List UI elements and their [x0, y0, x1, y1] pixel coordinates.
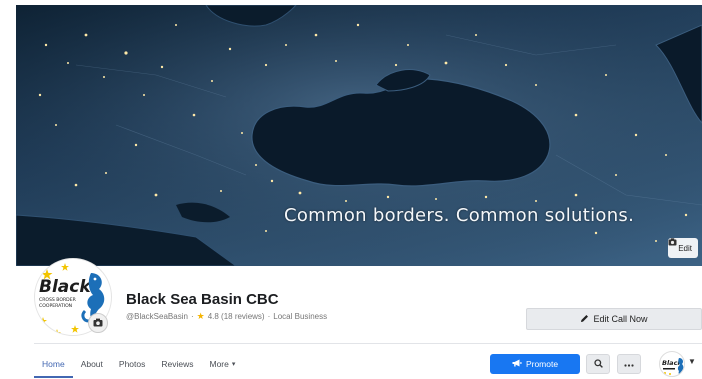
camera-icon	[93, 314, 103, 332]
edit-call-now-label: Edit Call Now	[593, 314, 648, 324]
tab-about[interactable]: About	[73, 350, 111, 378]
search-button[interactable]	[586, 354, 610, 374]
black-sea-basin-logo-small: Black	[662, 358, 684, 376]
logo-wordmark: Black	[39, 277, 92, 297]
tab-label: More	[209, 359, 229, 369]
cover-photo[interactable]: Common borders. Common solutions. Edit	[16, 5, 702, 266]
star-icon: ★	[196, 311, 205, 321]
page-category: Local Business	[273, 312, 328, 321]
search-icon	[593, 358, 603, 370]
more-options-button[interactable]	[617, 354, 641, 374]
tab-home[interactable]: Home	[34, 350, 73, 378]
cover-tagline: Common borders. Common solutions.	[284, 205, 635, 226]
tab-photos[interactable]: Photos	[111, 350, 153, 378]
promote-button[interactable]: Promote	[490, 354, 580, 374]
edit-cover-label: Edit	[678, 243, 692, 253]
more-icon	[624, 359, 634, 369]
update-profile-picture-button[interactable]	[88, 313, 108, 333]
black-sea-night-map	[16, 5, 702, 266]
page-tabs: Home About Photos Reviews More ▾	[34, 350, 243, 378]
page-title: Black Sea Basin CBC	[126, 291, 279, 308]
page-rating[interactable]: 4.8 (18 reviews)	[208, 312, 265, 321]
acting-as-page-avatar[interactable]: Black	[659, 351, 685, 377]
chevron-down-icon: ▾	[231, 361, 236, 368]
tab-label: Home	[42, 359, 65, 369]
tab-label: Photos	[118, 359, 146, 369]
edit-cover-button[interactable]: Edit	[668, 238, 698, 258]
meta-separator: ·	[267, 312, 271, 321]
header-divider	[34, 343, 702, 344]
tab-label: Reviews	[161, 359, 194, 369]
pencil-icon	[580, 314, 589, 325]
meta-separator: ·	[190, 312, 194, 321]
facebook-page-header: Common borders. Common solutions. Edit B…	[0, 0, 702, 379]
page-handle[interactable]: @BlackSeaBasin	[126, 312, 188, 321]
logo-subtext-line-2: COOPERATION	[39, 303, 72, 309]
page-meta: @BlackSeaBasin · ★ 4.8 (18 reviews) · Lo…	[126, 311, 327, 322]
caret-down-icon[interactable]: ▼	[688, 357, 696, 366]
megaphone-icon	[512, 359, 522, 369]
edit-call-now-button[interactable]: Edit Call Now	[526, 308, 702, 330]
tab-label: About	[80, 359, 103, 369]
promote-label: Promote	[525, 359, 559, 369]
tab-reviews[interactable]: Reviews	[153, 350, 201, 378]
logo-subtext-line-1: CROSS BORDER	[39, 297, 77, 303]
tab-more[interactable]: More ▾	[202, 350, 244, 378]
